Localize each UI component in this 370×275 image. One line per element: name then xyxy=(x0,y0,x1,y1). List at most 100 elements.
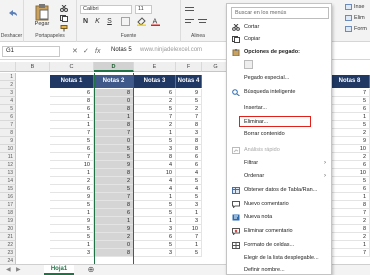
table-cell[interactable]: 5 xyxy=(94,185,134,193)
table-cell[interactable]: 5 xyxy=(330,97,370,105)
table-cell[interactable]: 6 xyxy=(330,161,370,169)
row-header[interactable]: 12 xyxy=(0,161,16,169)
row-header[interactable]: 10 xyxy=(0,145,16,153)
table-cell[interactable]: 7 xyxy=(50,129,94,137)
row-header[interactable]: 15 xyxy=(0,185,16,193)
copy-icon[interactable] xyxy=(60,15,68,22)
menu-item-paste-special[interactable]: Pegado especial... xyxy=(227,73,331,84)
menu-item-pick-list[interactable]: Elegir de la lista desplegable... xyxy=(227,253,331,264)
table-cell[interactable]: 8 xyxy=(94,201,134,209)
table-cell[interactable]: 1 xyxy=(330,193,370,201)
row-header[interactable]: 1 xyxy=(0,73,16,81)
sheet-tab-hoja1[interactable]: Hoja1 xyxy=(44,265,74,275)
table-cell[interactable]: 2 xyxy=(330,153,370,161)
table-cell[interactable]: 8 xyxy=(330,201,370,209)
menu-item-insert[interactable]: Insertar... xyxy=(227,103,331,114)
table-cell[interactable]: 10 xyxy=(330,169,370,177)
row-header[interactable]: 18 xyxy=(0,209,16,217)
fill-color-icon[interactable] xyxy=(137,17,146,26)
column-header-e[interactable]: E xyxy=(134,62,176,72)
add-sheet-icon[interactable]: ⊕ xyxy=(86,265,96,275)
row-header[interactable]: 14 xyxy=(0,177,16,185)
row-header[interactable]: 3 xyxy=(0,89,16,97)
table-cell[interactable]: 6 xyxy=(50,145,94,153)
table-cell[interactable]: 6 xyxy=(50,185,94,193)
table-cell[interactable]: 3 xyxy=(134,145,176,153)
cut-icon[interactable] xyxy=(60,5,68,12)
table-cell[interactable]: 3 xyxy=(50,249,94,257)
table-cell[interactable]: 8 xyxy=(176,137,202,145)
table-cell[interactable]: 8 xyxy=(330,225,370,233)
cancel-icon[interactable]: ✕ xyxy=(72,46,78,57)
table-cell[interactable]: 3 xyxy=(134,225,176,233)
menu-item-smart-lookup[interactable]: Búsqueda inteligente xyxy=(227,87,331,98)
row-header[interactable]: 19 xyxy=(0,217,16,225)
table-cell[interactable]: 1 xyxy=(50,169,94,177)
table-cell[interactable]: 5 xyxy=(94,145,134,153)
font-size-box[interactable]: 11 xyxy=(135,5,152,14)
table-cell[interactable]: 9 xyxy=(50,217,94,225)
table-cell[interactable]: 8 xyxy=(176,121,202,129)
table-cell[interactable]: 5 xyxy=(176,249,202,257)
table-cell[interactable]: 3 xyxy=(176,217,202,225)
table-cell[interactable]: 1 xyxy=(134,217,176,225)
table-cell[interactable]: 1 xyxy=(134,129,176,137)
row-header[interactable]: 8 xyxy=(0,129,16,137)
table-cell[interactable]: 5 xyxy=(134,201,176,209)
table-header-cell[interactable]: Notas 1 xyxy=(50,75,94,88)
table-cell[interactable]: 5 xyxy=(176,193,202,201)
menu-item-sort[interactable]: Ordenar › xyxy=(227,171,331,182)
table-cell[interactable]: 8 xyxy=(176,145,202,153)
row-header[interactable]: 4 xyxy=(0,97,16,105)
table-cell[interactable]: 7 xyxy=(176,113,202,121)
row-header[interactable]: 23 xyxy=(0,249,16,257)
table-cell[interactable]: 6 xyxy=(330,185,370,193)
bold-button[interactable]: N xyxy=(81,17,90,26)
name-box[interactable]: G1 xyxy=(2,46,60,57)
table-cell[interactable]: 7 xyxy=(176,233,202,241)
table-cell[interactable]: 6 xyxy=(134,233,176,241)
table-cell[interactable]: 1 xyxy=(134,193,176,201)
table-cell[interactable]: 0 xyxy=(94,137,134,145)
table-cell[interactable]: 7 xyxy=(50,153,94,161)
menu-item-delete-comment[interactable]: Eliminar comentario xyxy=(227,226,331,237)
table-cell[interactable]: 1 xyxy=(176,209,202,217)
align-top-icon[interactable] xyxy=(185,7,194,8)
table-cell[interactable]: 8 xyxy=(94,121,134,129)
scroll-right-icon[interactable]: ▶ xyxy=(16,266,21,273)
table-cell[interactable]: 6 xyxy=(94,209,134,217)
row-header[interactable]: 11 xyxy=(0,153,16,161)
table-cell[interactable]: 9 xyxy=(94,225,134,233)
column-header-c[interactable]: C xyxy=(50,62,94,72)
table-cell[interactable]: 3 xyxy=(176,129,202,137)
table-cell[interactable]: 2 xyxy=(134,121,176,129)
table-cell[interactable]: 1 xyxy=(94,113,134,121)
table-cell[interactable]: 7 xyxy=(330,249,370,257)
table-cell[interactable]: 5 xyxy=(50,233,94,241)
table-cell[interactable]: 5 xyxy=(176,177,202,185)
table-cell[interactable]: 5 xyxy=(50,225,94,233)
table-header-cell[interactable]: Notas 2 xyxy=(94,75,134,88)
table-cell[interactable]: 10 xyxy=(50,161,94,169)
table-cell[interactable]: 7 xyxy=(94,129,134,137)
select-all-corner[interactable] xyxy=(0,62,16,72)
table-cell[interactable]: 1 xyxy=(176,241,202,249)
menu-item-new-note[interactable]: Nueva nota xyxy=(227,212,331,223)
table-cell[interactable]: 5 xyxy=(330,121,370,129)
table-cell[interactable]: 8 xyxy=(94,249,134,257)
table-cell[interactable]: 4 xyxy=(134,161,176,169)
table-header-cell[interactable]: Notas 4 xyxy=(176,75,202,88)
row-header[interactable]: 22 xyxy=(0,241,16,249)
paste-button[interactable]: Pegar xyxy=(34,3,50,27)
column-header-b[interactable]: B xyxy=(16,62,50,72)
table-cell[interactable]: 8 xyxy=(94,169,134,177)
scroll-left-icon[interactable]: ◀ xyxy=(6,266,11,273)
table-cell[interactable]: 1 xyxy=(50,241,94,249)
italic-button[interactable]: K xyxy=(93,17,102,26)
table-cell[interactable]: 8 xyxy=(134,153,176,161)
table-cell[interactable]: 3 xyxy=(134,249,176,257)
table-cell[interactable]: 1 xyxy=(50,121,94,129)
table-cell[interactable]: 4 xyxy=(134,185,176,193)
table-cell[interactable]: 7 xyxy=(330,89,370,97)
table-cell[interactable]: 2 xyxy=(330,129,370,137)
